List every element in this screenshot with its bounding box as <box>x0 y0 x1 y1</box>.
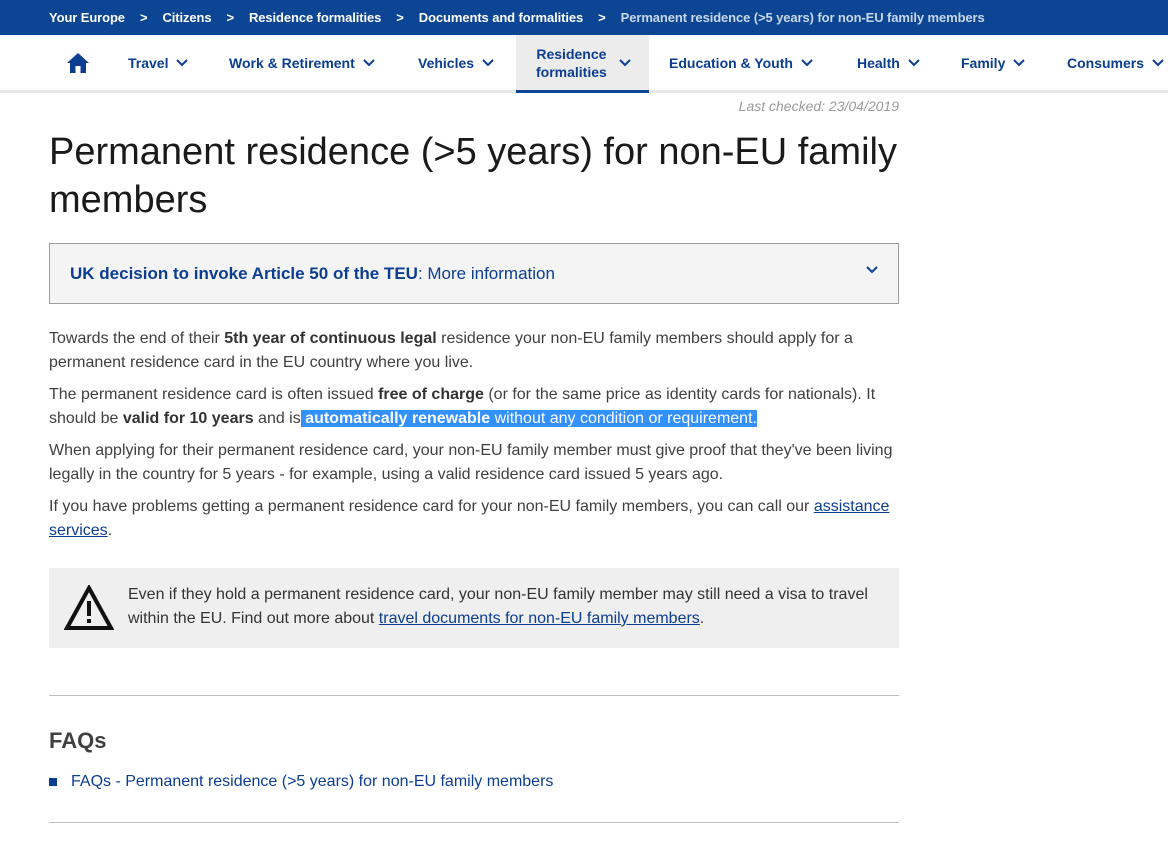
chevron-down-icon <box>866 266 878 274</box>
nav-education-youth[interactable]: Education & Youth <box>669 35 813 90</box>
last-checked: Last checked: 23/04/2019 <box>738 98 899 114</box>
nav-label: Travel <box>128 54 169 71</box>
chevron-down-icon <box>1152 58 1164 66</box>
breadcrumb-current: Permanent residence (>5 years) for non-E… <box>620 10 985 25</box>
list-item: FAQs - Permanent residence (>5 years) fo… <box>49 771 553 793</box>
breadcrumb-documents-and-formalities[interactable]: Documents and formalities <box>419 10 583 25</box>
text-selection: automatically renewable without any cond… <box>300 410 757 427</box>
home-icon <box>67 52 89 73</box>
home-button[interactable] <box>66 35 94 90</box>
nav-residence-formalities[interactable]: Residence formalities <box>516 35 649 93</box>
uk-box-title: UK decision to invoke Article 50 of the … <box>70 263 418 283</box>
nav-label: Work & Retirement <box>229 54 355 71</box>
uk-article-50-accordion[interactable]: UK decision to invoke Article 50 of the … <box>49 243 899 304</box>
nav-family[interactable]: Family <box>961 35 1026 90</box>
nav-work-retirement[interactable]: Work & Retirement <box>229 35 375 90</box>
divider <box>49 822 899 823</box>
paragraph: When applying for their permanent reside… <box>49 442 893 483</box>
warning-text: Even if they hold a permanent residence … <box>128 586 868 627</box>
nav-label: Consumers <box>1067 54 1145 71</box>
nav-label: Family <box>961 54 1006 71</box>
chevron-down-icon <box>482 58 494 66</box>
nav-label: Health <box>857 54 900 71</box>
chevron-down-icon <box>801 58 813 66</box>
breadcrumb-separator: > <box>396 10 404 25</box>
nav-health[interactable]: Health <box>857 35 920 90</box>
paragraph: If you have problems getting a permanent… <box>49 498 890 539</box>
chevron-down-icon <box>1013 58 1026 66</box>
breadcrumb-residence-formalities[interactable]: Residence formalities <box>249 10 381 25</box>
breadcrumb-separator: > <box>139 10 148 25</box>
warning-icon <box>64 585 114 630</box>
breadcrumb: Your Europe > Citizens > Residence forma… <box>0 0 1168 35</box>
nav-label-line1: Residence <box>536 45 607 62</box>
divider <box>49 695 899 696</box>
page-title: Permanent residence (>5 years) for non-E… <box>49 131 897 221</box>
bullet-icon <box>49 778 57 786</box>
paragraph: The permanent residence card is often is… <box>49 386 876 427</box>
main-nav: Travel Work & Retirement Vehicles Reside… <box>0 35 1168 93</box>
chevron-down-icon <box>176 58 189 66</box>
paragraph: Towards the end of their 5th year of con… <box>49 330 853 371</box>
main-content: Towards the end of their 5th year of con… <box>49 327 899 551</box>
chevron-down-icon <box>363 58 375 66</box>
breadcrumb-separator: > <box>598 10 606 25</box>
nav-vehicles[interactable]: Vehicles <box>418 35 494 90</box>
nav-consumers[interactable]: Consumers <box>1067 35 1164 90</box>
nav-label: Residence formalities <box>536 45 607 81</box>
chevron-down-icon <box>619 58 631 66</box>
chevron-down-icon <box>908 58 920 66</box>
travel-documents-link[interactable]: travel documents for non-EU family membe… <box>379 610 700 627</box>
faqs-heading: FAQs <box>49 728 107 753</box>
breadcrumb-your-europe[interactable]: Your Europe <box>49 10 125 25</box>
breadcrumb-citizens[interactable]: Citizens <box>162 10 211 25</box>
nav-label: Education & Youth <box>669 54 793 71</box>
nav-label: Vehicles <box>418 54 475 71</box>
uk-box-text: UK decision to invoke Article 50 of the … <box>70 264 555 284</box>
breadcrumb-separator: > <box>226 10 235 25</box>
uk-box-more-info: : More information <box>417 263 555 283</box>
faq-link[interactable]: FAQs - Permanent residence (>5 years) fo… <box>71 771 553 793</box>
visa-warning-box: Even if they hold a permanent residence … <box>49 568 899 648</box>
nav-travel[interactable]: Travel <box>128 35 189 90</box>
nav-label-line2: formalities <box>536 63 607 80</box>
